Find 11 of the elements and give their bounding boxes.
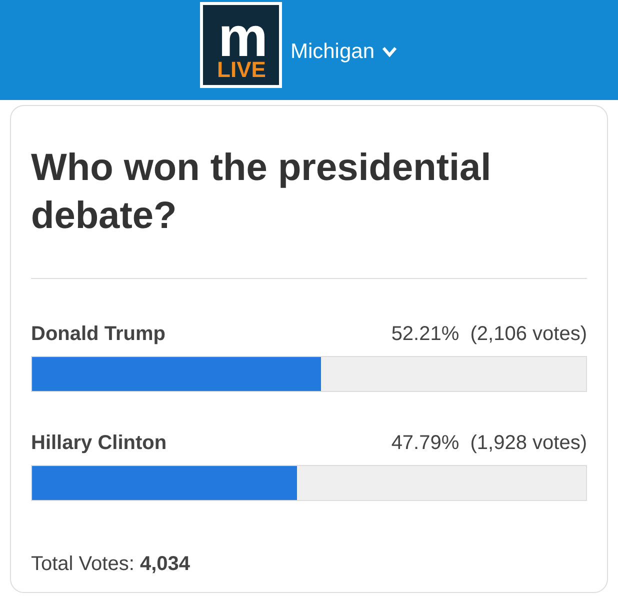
option-name: Hillary Clinton xyxy=(31,432,167,455)
total-votes: Total Votes: 4,034 xyxy=(31,553,192,576)
logo[interactable]: m LIVE xyxy=(200,2,282,88)
option-result: 52.21% (2,106 votes) xyxy=(391,323,587,346)
chevron-down-icon xyxy=(380,46,398,58)
logo-letter: m xyxy=(218,15,265,59)
logo-word: LIVE xyxy=(217,59,266,81)
poll-question: Who won the presidential debate? xyxy=(31,146,492,239)
option-name: Donald Trump xyxy=(31,323,166,346)
region-dropdown[interactable]: Michigan xyxy=(290,40,398,64)
option-result: 47.79% (1,928 votes) xyxy=(391,432,587,455)
